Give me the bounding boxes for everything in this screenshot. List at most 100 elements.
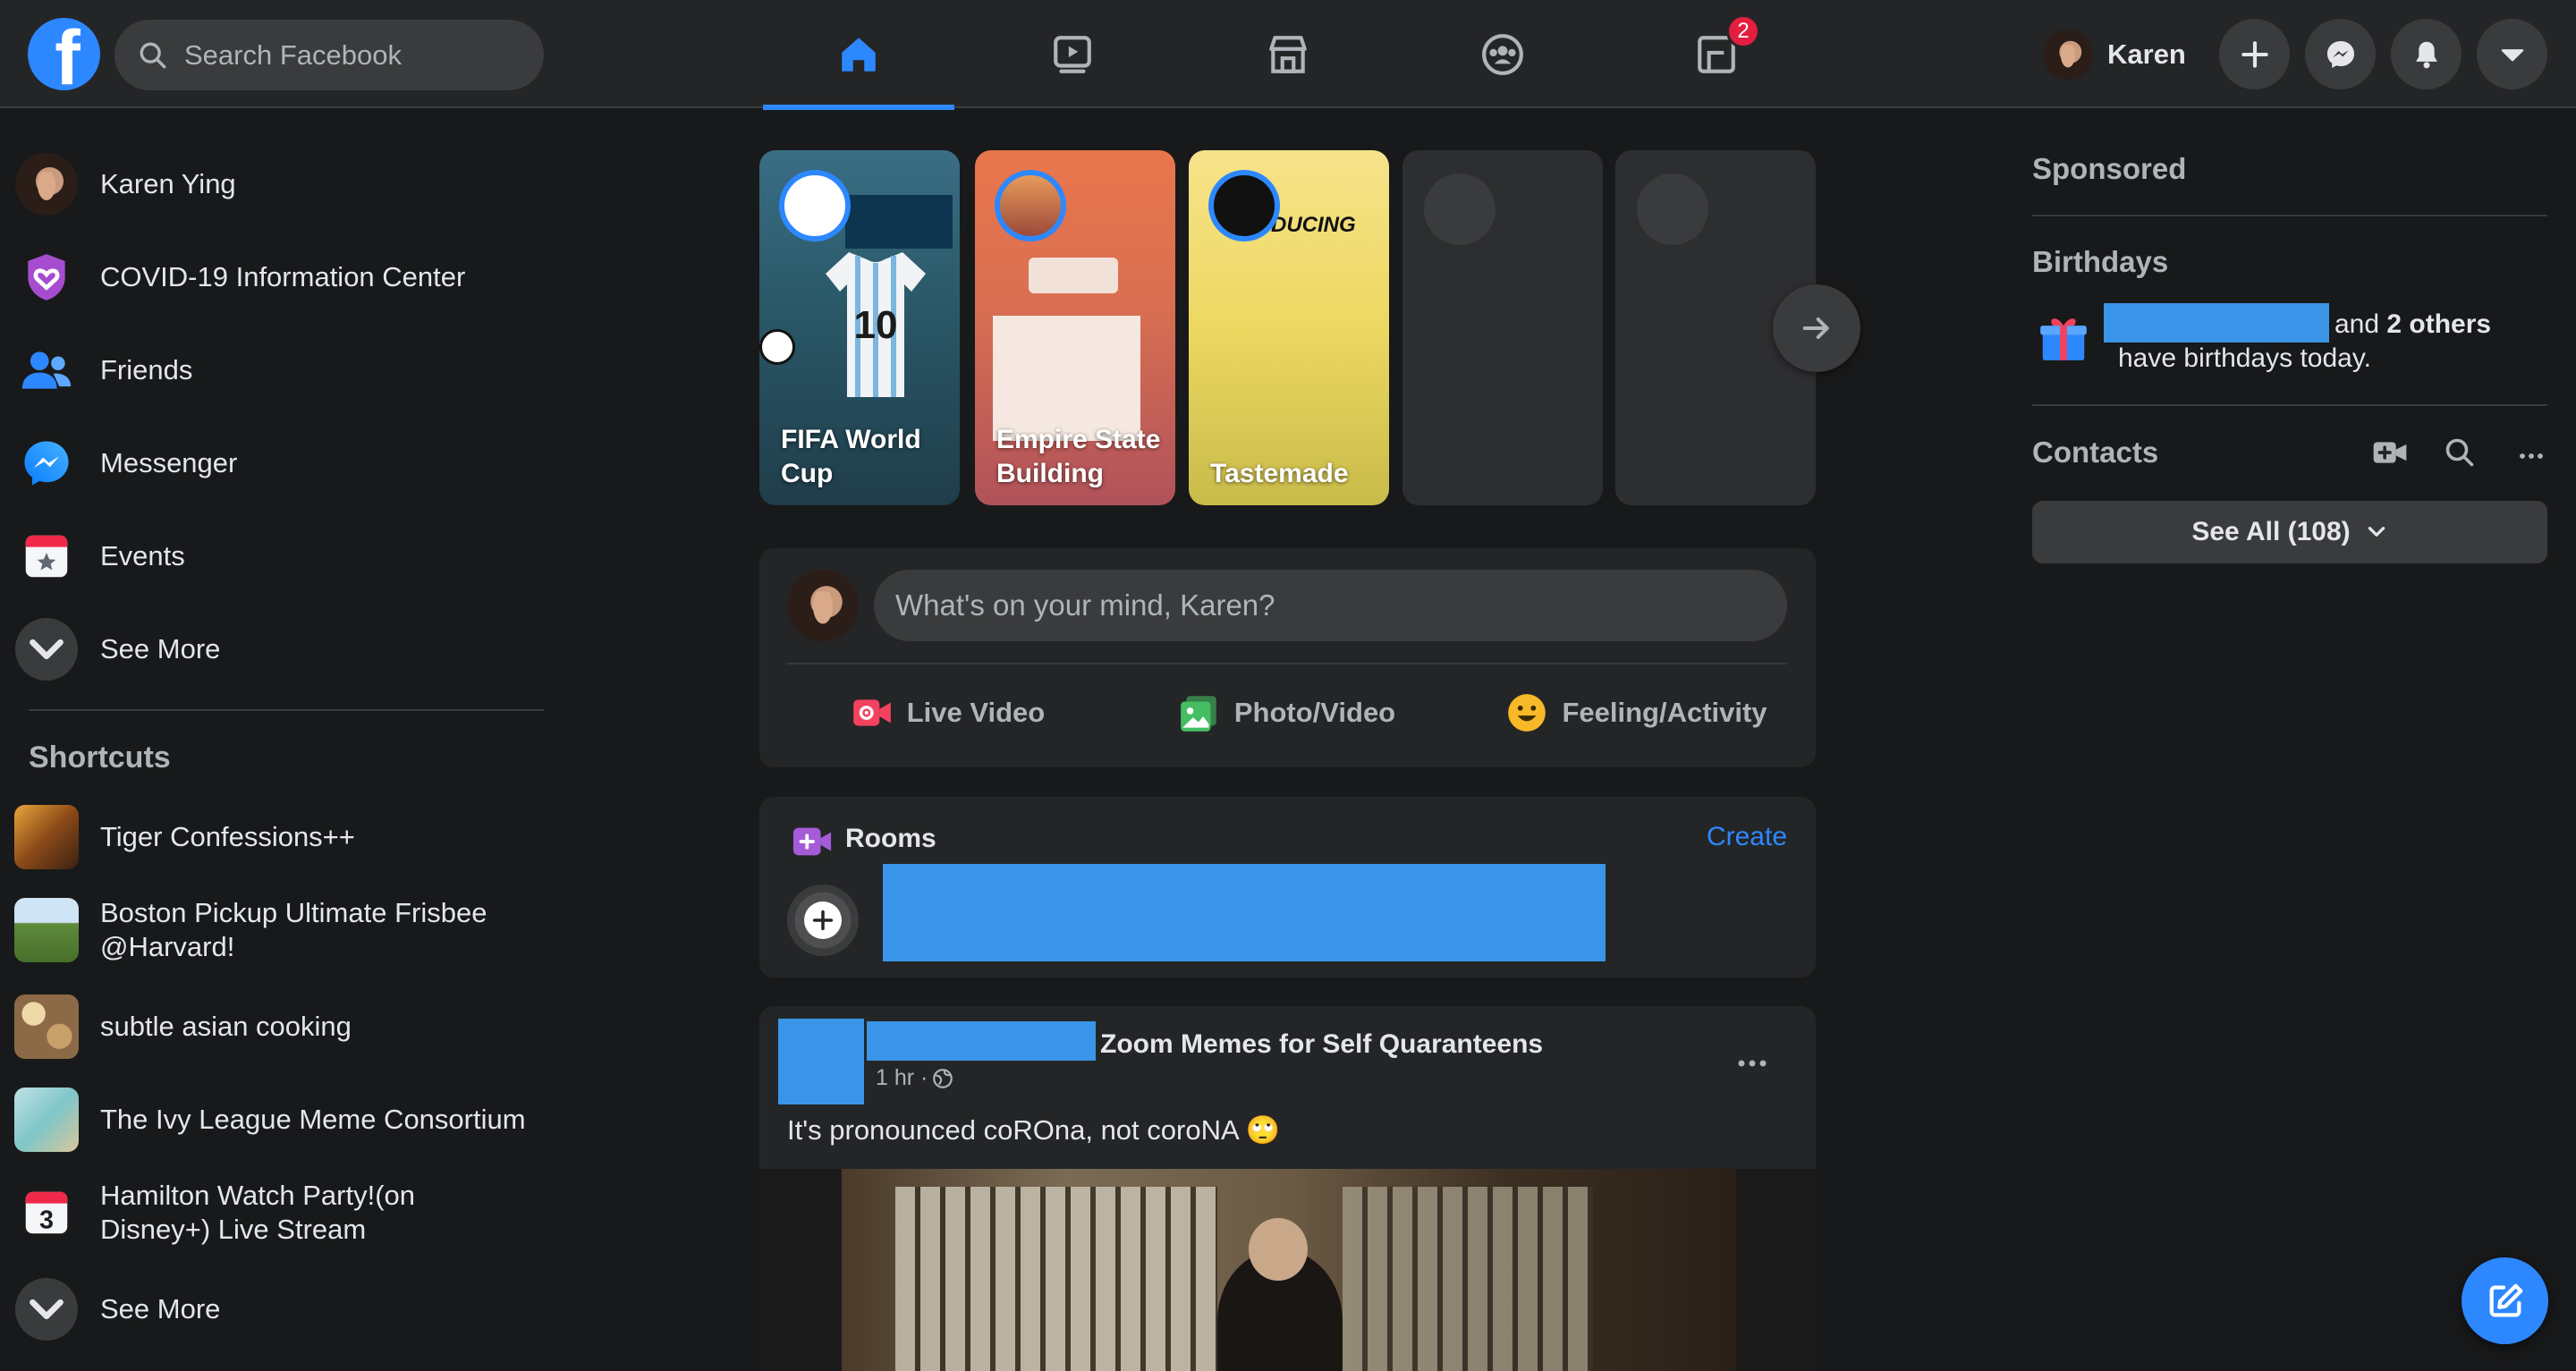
stories-next-button[interactable] (1773, 284, 1860, 372)
sidebar-see-more[interactable]: See More (14, 606, 551, 692)
shortcut-ivy-league-memes[interactable]: The Ivy League Meme Consortium (14, 1077, 551, 1163)
composer-divider (787, 663, 1787, 664)
gift-icon (2036, 309, 2091, 365)
composer-input[interactable] (895, 588, 1754, 622)
create-room-button[interactable] (787, 884, 859, 956)
notifications-button[interactable] (2391, 19, 2462, 89)
avatar (2043, 30, 2093, 80)
story-card[interactable]: Empire State Building (975, 150, 1175, 505)
redacted-name (2104, 303, 2329, 343)
photo-icon (1181, 696, 1216, 732)
post-meta: 1 hr · (876, 1065, 954, 1091)
post-group-name[interactable]: Zoom Memes for Self Quaranteens (1100, 1029, 1543, 1060)
profile-shortcut[interactable]: Karen (2038, 23, 2199, 86)
live-video-button[interactable]: Live Video (795, 679, 1099, 747)
sidebar-item-friends[interactable]: Friends (14, 327, 551, 413)
action-label: Feeling/Activity (1562, 697, 1767, 728)
create-button[interactable] (2219, 19, 2290, 89)
sidebar-item-messenger[interactable]: Messenger (14, 420, 551, 506)
birthday-text: and 2 others (2334, 309, 2491, 340)
avatar (787, 570, 859, 641)
photo-video-button[interactable]: Photo/Video (1134, 679, 1438, 747)
rooms-title: Rooms (845, 824, 936, 853)
rail-divider (2032, 215, 2547, 216)
rooms-icon (792, 827, 832, 856)
video-plus-icon (2373, 442, 2407, 463)
post-media[interactable] (759, 1169, 1816, 1371)
story-card[interactable]: DUCING Tastemade (1189, 150, 1389, 505)
rooms-create-link[interactable]: Create (1707, 822, 1787, 852)
tab-watch[interactable] (977, 0, 1168, 108)
search-bar[interactable] (114, 20, 544, 90)
shortcut-hamilton-watch-party[interactable]: 3 Hamilton Watch Party!(on Disney+) Live… (14, 1170, 551, 1256)
tab-marketplace[interactable] (1192, 0, 1384, 108)
arrow-right-icon (1802, 317, 1829, 339)
marketplace-icon (1269, 35, 1307, 73)
rail-divider (2032, 404, 2547, 406)
messenger-icon (24, 441, 69, 486)
tab-gaming[interactable]: 2 (1621, 0, 1812, 108)
composer-field[interactable] (874, 570, 1787, 641)
messenger-icon (2326, 40, 2354, 68)
story-text-panel (845, 195, 953, 249)
post-options-button[interactable] (1725, 1037, 1779, 1090)
sidebar-item-label: See More (100, 633, 221, 664)
window-pane (895, 1187, 1217, 1371)
create-post-card: Live Video Photo/Video Feeling/Activity (759, 548, 1816, 767)
search-input[interactable] (184, 38, 524, 72)
feeling-activity-button[interactable]: Feeling/Activity (1475, 679, 1797, 747)
birthday-others-link[interactable]: 2 others (2386, 309, 2491, 339)
rooms-card: Rooms Create (759, 797, 1816, 977)
figure-face (1249, 1218, 1308, 1281)
tab-groups[interactable] (1407, 0, 1598, 108)
story-card[interactable]: 10 FIFA World Cup (759, 150, 960, 505)
search-icon (140, 42, 166, 68)
tab-home[interactable] (763, 0, 954, 110)
svg-text:3: 3 (39, 1206, 54, 1235)
story-name: FIFA World Cup (781, 425, 921, 488)
account-menu-button[interactable] (2477, 19, 2547, 89)
top-nav-bar: f 2 Karen (0, 0, 2576, 110)
shortcuts-see-more[interactable]: See More (14, 1266, 551, 1352)
see-all-label: See All (108) (2191, 517, 2351, 546)
shortcut-label: Hamilton Watch Party!(on Disney+) Live S… (100, 1180, 416, 1245)
sponsored-heading: Sponsored (2032, 152, 2187, 185)
window-pane (1343, 1187, 1593, 1371)
search-contacts-button[interactable] (2444, 436, 2479, 472)
birthdays-heading: Birthdays (2032, 245, 2169, 278)
sidebar-item-label: COVID-19 Information Center (100, 261, 466, 292)
contacts-heading: Contacts (2032, 436, 2159, 469)
plus-icon (812, 910, 834, 931)
see-all-contacts-button[interactable]: See All (108) (2032, 501, 2547, 563)
story-avatar-placeholder (1424, 173, 1496, 245)
shortcut-subtle-asian-cooking[interactable]: subtle asian cooking (14, 984, 551, 1070)
profile-name: Karen (2107, 38, 2186, 70)
sidebar-item-label: Events (100, 540, 185, 571)
story-name: Tastemade (1210, 459, 1349, 488)
new-message-button[interactable] (2462, 1257, 2548, 1344)
svg-text:10: 10 (854, 303, 898, 347)
friends-icon (21, 351, 72, 389)
shortcut-tiger-confessions[interactable]: Tiger Confessions++ (14, 794, 551, 880)
shortcut-label: Tiger Confessions++ (100, 821, 355, 852)
watch-icon (1054, 35, 1091, 73)
sidebar-item-label: Messenger (100, 447, 238, 478)
sidebar-item-covid[interactable]: COVID-19 Information Center (14, 234, 551, 320)
story-card-placeholder[interactable] (1402, 150, 1603, 505)
post-timestamp[interactable]: 1 hr · (876, 1065, 928, 1091)
new-room-button[interactable] (2372, 436, 2411, 472)
live-video-icon (852, 699, 891, 726)
avatar (15, 153, 78, 216)
redacted-avatar (778, 1019, 864, 1104)
sidebar-item-profile[interactable]: Karen Ying (14, 141, 551, 227)
sidebar-item-label: Friends (100, 354, 193, 385)
contacts-options-button[interactable] (2513, 438, 2549, 474)
facebook-logo-icon[interactable]: f (28, 18, 100, 90)
notification-badge: 2 (1726, 14, 1760, 48)
action-label: Photo/Video (1233, 697, 1396, 728)
story-name: Empire State Building (996, 425, 1161, 488)
messenger-button[interactable] (2305, 19, 2376, 89)
sidebar-item-events[interactable]: Events (14, 513, 551, 599)
compose-icon (2489, 1283, 2522, 1316)
shortcut-ultimate-frisbee[interactable]: Boston Pickup Ultimate Frisbee @Harvard! (14, 887, 551, 973)
